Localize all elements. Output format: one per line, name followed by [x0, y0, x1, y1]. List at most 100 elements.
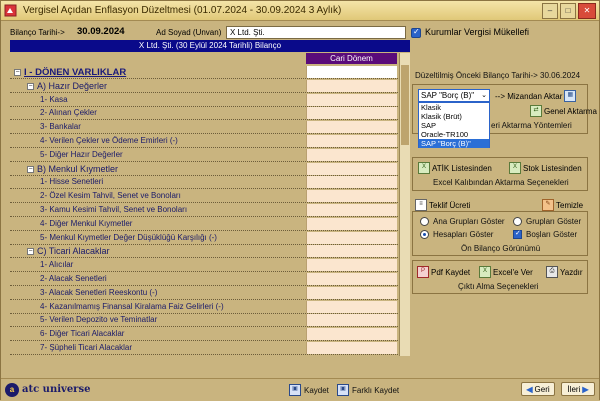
mizandan-aktar-button[interactable]: --> Mizandan Aktar ▦	[495, 90, 577, 102]
window-title: Vergisel Açıdan Enflasyon Düzeltmesi (01…	[23, 5, 342, 16]
balance-row[interactable]: 6- Diğer Ticari Alacaklar	[10, 328, 410, 342]
farkli-kaydet-label: Farklı Kaydet	[352, 385, 400, 395]
minimize-button[interactable]: –	[542, 3, 558, 19]
excel-ver-label: Excel'e Ver	[493, 267, 533, 277]
cari-donem-cell[interactable]	[306, 66, 397, 78]
balance-row[interactable]: 4- Diğer Menkul Kıymetler	[10, 217, 410, 231]
cari-donem-cell[interactable]	[306, 217, 397, 230]
cari-donem-cell[interactable]	[306, 148, 397, 161]
printer-icon: ⎙	[546, 266, 558, 278]
balance-row[interactable]: 1- Hisse Senetleri	[10, 176, 410, 190]
boslari-checkbox[interactable]	[513, 229, 522, 239]
maximize-button[interactable]: □	[560, 3, 576, 19]
pdf-kaydet-button[interactable]: P Pdf Kaydet	[417, 266, 470, 278]
balance-row[interactable]: 5- Verilen Depozito ve Teminatlar	[10, 314, 410, 328]
cari-donem-cell[interactable]	[306, 107, 397, 120]
format-option[interactable]: Klasik	[419, 103, 489, 112]
format-option[interactable]: Klasik (Brüt)	[419, 112, 489, 121]
cari-donem-cell[interactable]	[306, 79, 397, 92]
balance-row[interactable]: 2- Alacak Senetleri	[10, 273, 410, 286]
balance-row[interactable]: 5- Diğer Hazır Değerler	[10, 148, 410, 162]
cari-donem-cell[interactable]	[306, 314, 397, 327]
cari-donem-cell[interactable]	[306, 286, 397, 299]
cari-donem-cell[interactable]	[306, 342, 397, 354]
kurumlar-checkbox[interactable]	[411, 27, 421, 38]
cari-donem-cell[interactable]	[306, 300, 397, 313]
gruplari-radio[interactable]	[513, 217, 522, 226]
format-option[interactable]: Oracle-TR100	[419, 130, 489, 139]
balance-row[interactable]: 1- Alıcılar	[10, 259, 410, 273]
balance-row[interactable]: 3- Kamu Kesimi Tahvil, Senet ve Bonoları	[10, 204, 410, 217]
cari-donem-cell[interactable]	[306, 135, 397, 147]
genel-aktarma-button[interactable]: ⇄ Genel Aktarma	[530, 105, 597, 117]
atik-listesinden-button[interactable]: X ATİK Listesinden	[418, 162, 492, 174]
cari-donem-cell[interactable]	[306, 328, 397, 341]
ileri-label: İleri	[567, 384, 581, 394]
balance-row[interactable]: 4- Verilen Çekler ve Ödeme Emirleri (-)	[10, 135, 410, 148]
format-option[interactable]: SAP	[419, 121, 489, 130]
cari-donem-cell[interactable]	[306, 121, 397, 134]
excel-icon: X	[509, 162, 521, 174]
collapse-toggle-icon[interactable]: −	[27, 165, 34, 173]
scrollbar-thumb[interactable]	[401, 65, 409, 145]
ad-soyad-input[interactable]: X Ltd. Şti.	[226, 26, 406, 39]
geri-label: Geri	[534, 384, 550, 394]
close-button[interactable]: ✕	[578, 3, 596, 19]
balance-row-label: 4- Diğer Menkul Kıymetler	[40, 218, 133, 228]
onceki-bilanco-label: Ön Bilanço Görünümü	[461, 244, 541, 253]
balance-row-label: 3- Alacak Senetleri Reeskontu (-)	[40, 287, 158, 297]
balance-row-label: A) Hazır Değerler	[37, 80, 108, 91]
format-option-selected[interactable]: SAP "Borç (B)"	[419, 139, 489, 148]
balance-row[interactable]: 2- Alınan Çekler	[10, 107, 410, 121]
kaydet-button[interactable]: ▣ Kaydet	[289, 384, 329, 396]
balance-list: Cari Dönem − I - DÖNEN VARLIKLAR − A) Hazır…	[10, 53, 410, 356]
balance-row[interactable]: 1- Kasa	[10, 93, 410, 107]
excel-icon: X	[418, 162, 430, 174]
ileri-button[interactable]: İleri ▶	[561, 382, 595, 396]
ana-gruplari-radio[interactable]	[420, 217, 429, 226]
balance-row[interactable]: − C) Ticari Alacaklar	[10, 245, 410, 259]
format-select[interactable]: SAP "Borç (B)" ⌄	[418, 89, 490, 102]
cari-donem-cell[interactable]	[306, 162, 397, 175]
stok-listesinden-button[interactable]: X Stok Listesinden	[509, 162, 582, 174]
cari-donem-cell[interactable]	[306, 259, 397, 272]
farkli-kaydet-button[interactable]: ▣ Farklı Kaydet	[337, 384, 399, 396]
balance-row[interactable]: 2- Özel Kesim Tahvil, Senet ve Bonoları	[10, 190, 410, 204]
cari-donem-cell[interactable]	[306, 176, 397, 189]
title-bar: Vergisel Açıdan Enflasyon Düzeltmesi (01…	[1, 1, 599, 21]
balance-row[interactable]: 5- Menkul Kıymetler Değer Düşüklüğü Karş…	[10, 231, 410, 245]
balance-row[interactable]: − A) Hazır Değerler	[10, 79, 410, 93]
cari-donem-cell[interactable]	[306, 204, 397, 216]
cari-donem-cell[interactable]	[306, 273, 397, 285]
genel-aktarma-label: Genel Aktarma	[544, 106, 597, 116]
balance-row[interactable]: 7- Şüpheli Ticari Alacaklar	[10, 342, 410, 355]
teklif-ucreti-button[interactable]: ≡ Teklif Ücreti	[415, 199, 470, 211]
cari-donem-cell[interactable]	[306, 231, 397, 244]
balance-row-label: C) Ticari Alacaklar	[37, 246, 110, 257]
excel-ver-button[interactable]: X Excel'e Ver	[479, 266, 533, 278]
cari-donem-cell[interactable]	[306, 93, 397, 106]
balance-row[interactable]: − I - DÖNEN VARLIKLAR	[10, 66, 410, 79]
collapse-toggle-icon[interactable]: −	[14, 69, 21, 76]
bottom-bar: a atc universe ▣ Kaydet ▣ Farklı Kaydet …	[1, 378, 599, 401]
arrow-left-icon: ◀	[526, 384, 533, 394]
geri-button[interactable]: ◀ Geri	[521, 382, 555, 396]
yazdir-button[interactable]: ⎙ Yazdır	[546, 266, 583, 278]
balance-row[interactable]: 3- Bankalar	[10, 121, 410, 135]
balance-row[interactable]: 4- Kazanılmamış Finansal Kiralama Faiz G…	[10, 300, 410, 314]
balance-row-label: 2- Alınan Çekler	[40, 108, 97, 118]
temizle-button[interactable]: ✎ Temizle	[542, 199, 583, 211]
hesaplari-radio[interactable]	[420, 230, 429, 239]
cari-donem-cell[interactable]	[306, 190, 397, 203]
ad-soyad-label: Ad Soyad (Unvan)	[156, 28, 222, 37]
balance-row[interactable]: 3- Alacak Senetleri Reeskontu (-)	[10, 286, 410, 300]
balance-row-label: 5- Menkul Kıymetler Değer Düşüklüğü Karş…	[40, 232, 217, 242]
vertical-scrollbar[interactable]	[399, 53, 410, 356]
cari-donem-cell[interactable]	[306, 245, 397, 258]
excel-icon: X	[479, 266, 491, 278]
collapse-toggle-icon[interactable]: −	[27, 82, 34, 90]
bilanco-label: Bilanço Tarihi->	[10, 28, 65, 37]
collapse-toggle-icon[interactable]: −	[27, 248, 34, 256]
balance-row[interactable]: − B) Menkul Kıymetler	[10, 162, 410, 176]
pdf-icon: P	[417, 266, 429, 278]
